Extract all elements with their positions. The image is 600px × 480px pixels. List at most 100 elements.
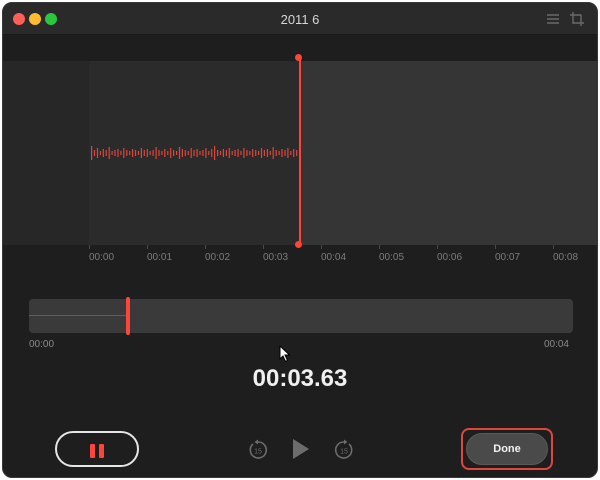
crop-icon[interactable] — [569, 11, 585, 27]
done-button[interactable]: Done — [466, 433, 548, 465]
timeline-tick-mark — [263, 245, 264, 249]
waveform-bar — [290, 151, 292, 155]
overview-end-time: 00:04 — [543, 339, 569, 350]
waveform-bar — [222, 149, 224, 157]
timeline-ruler: 00:00 00:01 00:02 00:03 00:04 00:05 00:06 00:07… — [3, 245, 597, 271]
timeline-tick-label: 00:06 — [437, 252, 463, 263]
waveform-bar — [111, 151, 113, 155]
skip-forward-seconds: 15 — [340, 449, 348, 456]
waveform-bar — [184, 150, 186, 156]
timeline-tick-label: 00:07 — [495, 252, 521, 263]
waveform-bar — [255, 150, 257, 156]
waveform-bar — [176, 151, 178, 155]
timeline-tick-mark — [321, 245, 322, 249]
waveform-bar — [211, 149, 213, 157]
waveform-bar — [126, 150, 128, 156]
waveform-bar — [158, 150, 160, 156]
waveform-bar — [219, 151, 222, 155]
waveform-bar — [91, 146, 93, 160]
timeline-tick-mark — [437, 245, 438, 249]
waveform-bar — [140, 148, 142, 158]
play-icon[interactable] — [291, 437, 311, 461]
waveform-bar — [252, 149, 254, 157]
waveform-bar — [281, 149, 283, 157]
list-icon[interactable] — [545, 11, 561, 27]
timeline-tick-label: 00:03 — [263, 252, 289, 263]
pause-button[interactable] — [55, 431, 139, 467]
waveform-bar — [284, 150, 286, 156]
waveform-bar — [193, 150, 195, 156]
playhead-top-handle[interactable] — [295, 54, 302, 61]
waveform-bar — [152, 150, 154, 156]
waveform-bar — [196, 149, 198, 157]
waveform-bar — [296, 150, 298, 156]
timeline-tick-mark — [495, 245, 496, 249]
timeline-tick-mark — [147, 245, 148, 249]
waveform-bar — [99, 151, 101, 155]
waveform-bar — [120, 151, 122, 155]
waveform-bar — [214, 146, 216, 160]
playhead-line[interactable] — [299, 57, 301, 247]
timeline-tick-mark — [553, 245, 554, 249]
waveform-bar — [123, 148, 125, 158]
timeline-tick-label: 00:04 — [321, 252, 347, 263]
waveform-bar — [93, 150, 96, 156]
skip-back-15-icon[interactable]: 15 — [247, 439, 269, 461]
waveform-bar — [129, 151, 131, 155]
waveform-bar — [240, 151, 242, 155]
timeline-tick-label: 00:08 — [553, 252, 579, 263]
overview-start-time: 00:00 — [29, 339, 55, 350]
waveform-bar — [187, 151, 189, 155]
waveform-bar — [205, 148, 207, 158]
waveform-bar — [225, 150, 227, 156]
waveform-bar — [102, 149, 104, 157]
timeline-tick-label: 00:01 — [147, 252, 173, 263]
waveform-bar — [132, 149, 134, 157]
skip-back-seconds: 15 — [254, 449, 262, 456]
timeline-tick-mark — [205, 245, 206, 249]
waveform-bar — [243, 148, 245, 158]
waveform-bar — [114, 150, 116, 156]
timeline-tick-mark — [379, 245, 380, 249]
waveform-bar — [246, 150, 248, 156]
waveform-bar — [202, 150, 204, 156]
playhead-bottom-handle[interactable] — [295, 241, 302, 248]
overview-playhead-handle[interactable] — [126, 297, 130, 335]
mouse-pointer-icon — [279, 345, 291, 363]
waveform-bar — [231, 151, 233, 155]
waveform-bar — [96, 148, 99, 158]
waveform-bar — [293, 149, 295, 157]
waveform-bar — [228, 148, 230, 158]
waveform-bar — [155, 147, 157, 159]
waveform-bar — [161, 151, 163, 155]
waveform-bar — [137, 151, 140, 155]
waveform-bar — [278, 151, 280, 155]
waveform-bar — [170, 148, 172, 158]
waveform-bar — [134, 150, 137, 156]
timeline-tick-label: 00:05 — [379, 252, 405, 263]
waveform-bar — [117, 149, 119, 157]
overview-waveform — [29, 315, 127, 316]
window-title: 2011 6 — [280, 12, 320, 27]
waveform-bar — [217, 150, 219, 156]
waveform-bar — [199, 151, 201, 155]
waveform-bar — [237, 149, 239, 157]
waveform-bar — [258, 151, 260, 155]
waveform-bar — [260, 148, 263, 158]
waveform-bar — [190, 148, 192, 158]
waveform-bar — [167, 151, 169, 155]
pause-icon — [90, 444, 95, 458]
overview-scrubber[interactable] — [29, 297, 573, 335]
waveform-bar — [208, 151, 210, 155]
waveform-bar — [249, 151, 251, 155]
waveform-bar — [263, 150, 265, 156]
timeline-tick-label: 00:02 — [205, 252, 231, 263]
waveform-bar — [105, 150, 107, 156]
waveform-bar — [266, 149, 268, 157]
waveform-bar — [275, 150, 277, 156]
elapsed-time: 00:03.63 — [252, 365, 348, 392]
skip-forward-15-icon[interactable]: 15 — [333, 439, 355, 461]
waveform-bar — [164, 149, 166, 157]
waveform-bar — [108, 147, 110, 159]
waveform-bar — [287, 148, 289, 158]
